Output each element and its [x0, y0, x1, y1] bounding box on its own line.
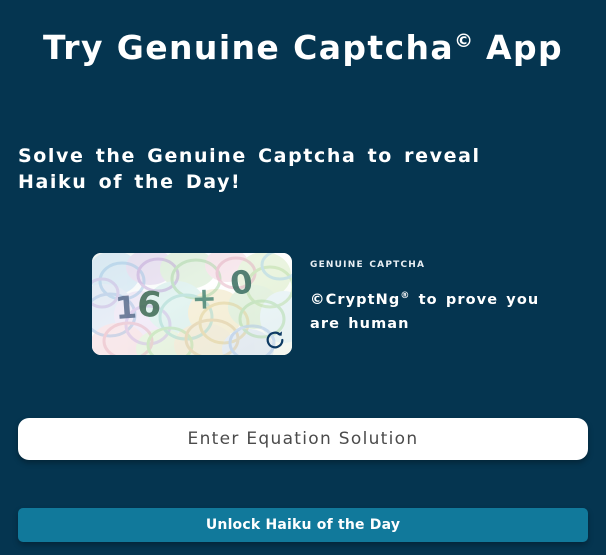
captcha-info: Genuine Captcha ©CryptNg® to prove you a…: [310, 255, 550, 336]
registered-symbol: ®: [400, 291, 411, 301]
page-title-main: Try Genuine Captcha: [43, 28, 455, 67]
captcha-page: Try Genuine Captcha© App Solve the Genui…: [0, 0, 606, 555]
svg-text:+: +: [191, 281, 217, 317]
captcha-noise-canvas: 1 6 + 0: [92, 253, 292, 355]
answer-input[interactable]: [18, 418, 588, 460]
page-title: Try Genuine Captcha© App: [0, 18, 606, 71]
captcha-description: ©CryptNg® to prove you are human: [310, 284, 550, 336]
instructions-text: Solve the Genuine Captcha to reveal Haik…: [18, 145, 481, 193]
captcha-description-prefix: ©CryptNg: [310, 291, 401, 308]
page-title-tail: App: [473, 28, 563, 67]
unlock-haiku-button[interactable]: Unlock Haiku of the Day: [18, 508, 588, 542]
copyright-symbol: ©: [454, 30, 474, 52]
refresh-icon[interactable]: [264, 329, 286, 351]
captcha-widget: 1 6 + 0 Genuine Captcha ©CryptNg® to pro…: [92, 253, 552, 356]
captcha-image[interactable]: 1 6 + 0: [92, 253, 292, 355]
svg-text:6: 6: [135, 284, 163, 326]
captcha-brand-label: Genuine Captcha: [310, 255, 426, 270]
